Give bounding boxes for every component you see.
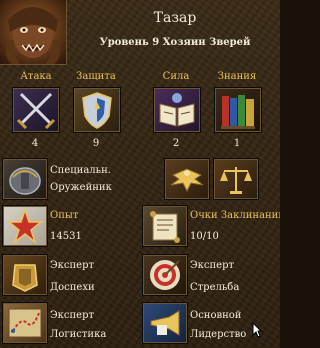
spell-points-label: Очки Заклинаний [190,210,280,221]
hero-portrait[interactable] [0,0,67,65]
knowledge-value: 1 [233,138,241,149]
hero-level-class: Уровень 9 Хозяин Зверей [99,37,251,48]
shield-icon [82,92,112,129]
spell-points-value: 10/10 [190,231,219,242]
archery-target-icon [150,260,180,290]
spell-points-button[interactable] [142,205,188,247]
hero-name: Тазар [153,10,197,26]
armorer-level: Эксперт [50,260,95,271]
secondary-skill-archery[interactable] [142,254,188,296]
logistics-map-icon [8,308,42,338]
hero-face-icon [5,7,61,64]
experience-label: Опыт [50,210,79,221]
secondary-skill-leadership[interactable] [142,302,188,344]
logistics-level: Эксперт [50,310,95,321]
secondary-skill-logistics[interactable] [2,302,48,344]
morale-eagle-icon [170,168,204,193]
power-skill-button[interactable] [153,87,201,133]
attack-value: 4 [31,138,39,149]
experience-button[interactable] [2,205,48,247]
hero-screen: Тазар Уровень 9 Хозяин Зверей Атака Защи… [0,0,280,348]
leadership-level: Основной [190,310,242,321]
secondary-skill-armorer[interactable] [2,254,48,296]
archery-level: Эксперт [190,260,235,271]
experience-star-icon [6,207,44,245]
books-icon [221,95,255,129]
power-value: 2 [172,138,180,149]
power-label: Сила [162,71,190,82]
crossed-swords-icon [16,92,56,130]
luck-button[interactable] [213,158,259,200]
specialty-value: Оружейник [50,182,112,193]
attack-label: Атака [20,71,52,82]
attack-skill-button[interactable] [12,87,60,133]
leadership-name: Лидерство [190,329,247,340]
knowledge-label: Знания [217,71,257,82]
luck-scales-icon [220,167,252,194]
defense-value: 9 [92,138,100,149]
spellbook-icon [159,93,195,127]
leadership-trumpet-icon [150,310,180,336]
logistics-name: Логистика [50,329,107,340]
specialty-title: Специальн. [50,165,111,176]
armorer-specialty-icon [9,167,41,195]
cursor-icon [252,322,262,338]
archery-name: Стрельба [190,282,240,293]
defense-skill-button[interactable] [73,87,121,133]
armorer-name: Доспехи [50,282,95,293]
morale-button[interactable] [164,158,210,200]
spell-scroll-icon [150,211,180,243]
knowledge-skill-button[interactable] [214,87,262,133]
armorer-icon [12,264,38,292]
experience-value: 14531 [50,231,82,242]
specialty-button[interactable] [2,158,48,200]
defense-label: Защита [76,71,116,82]
